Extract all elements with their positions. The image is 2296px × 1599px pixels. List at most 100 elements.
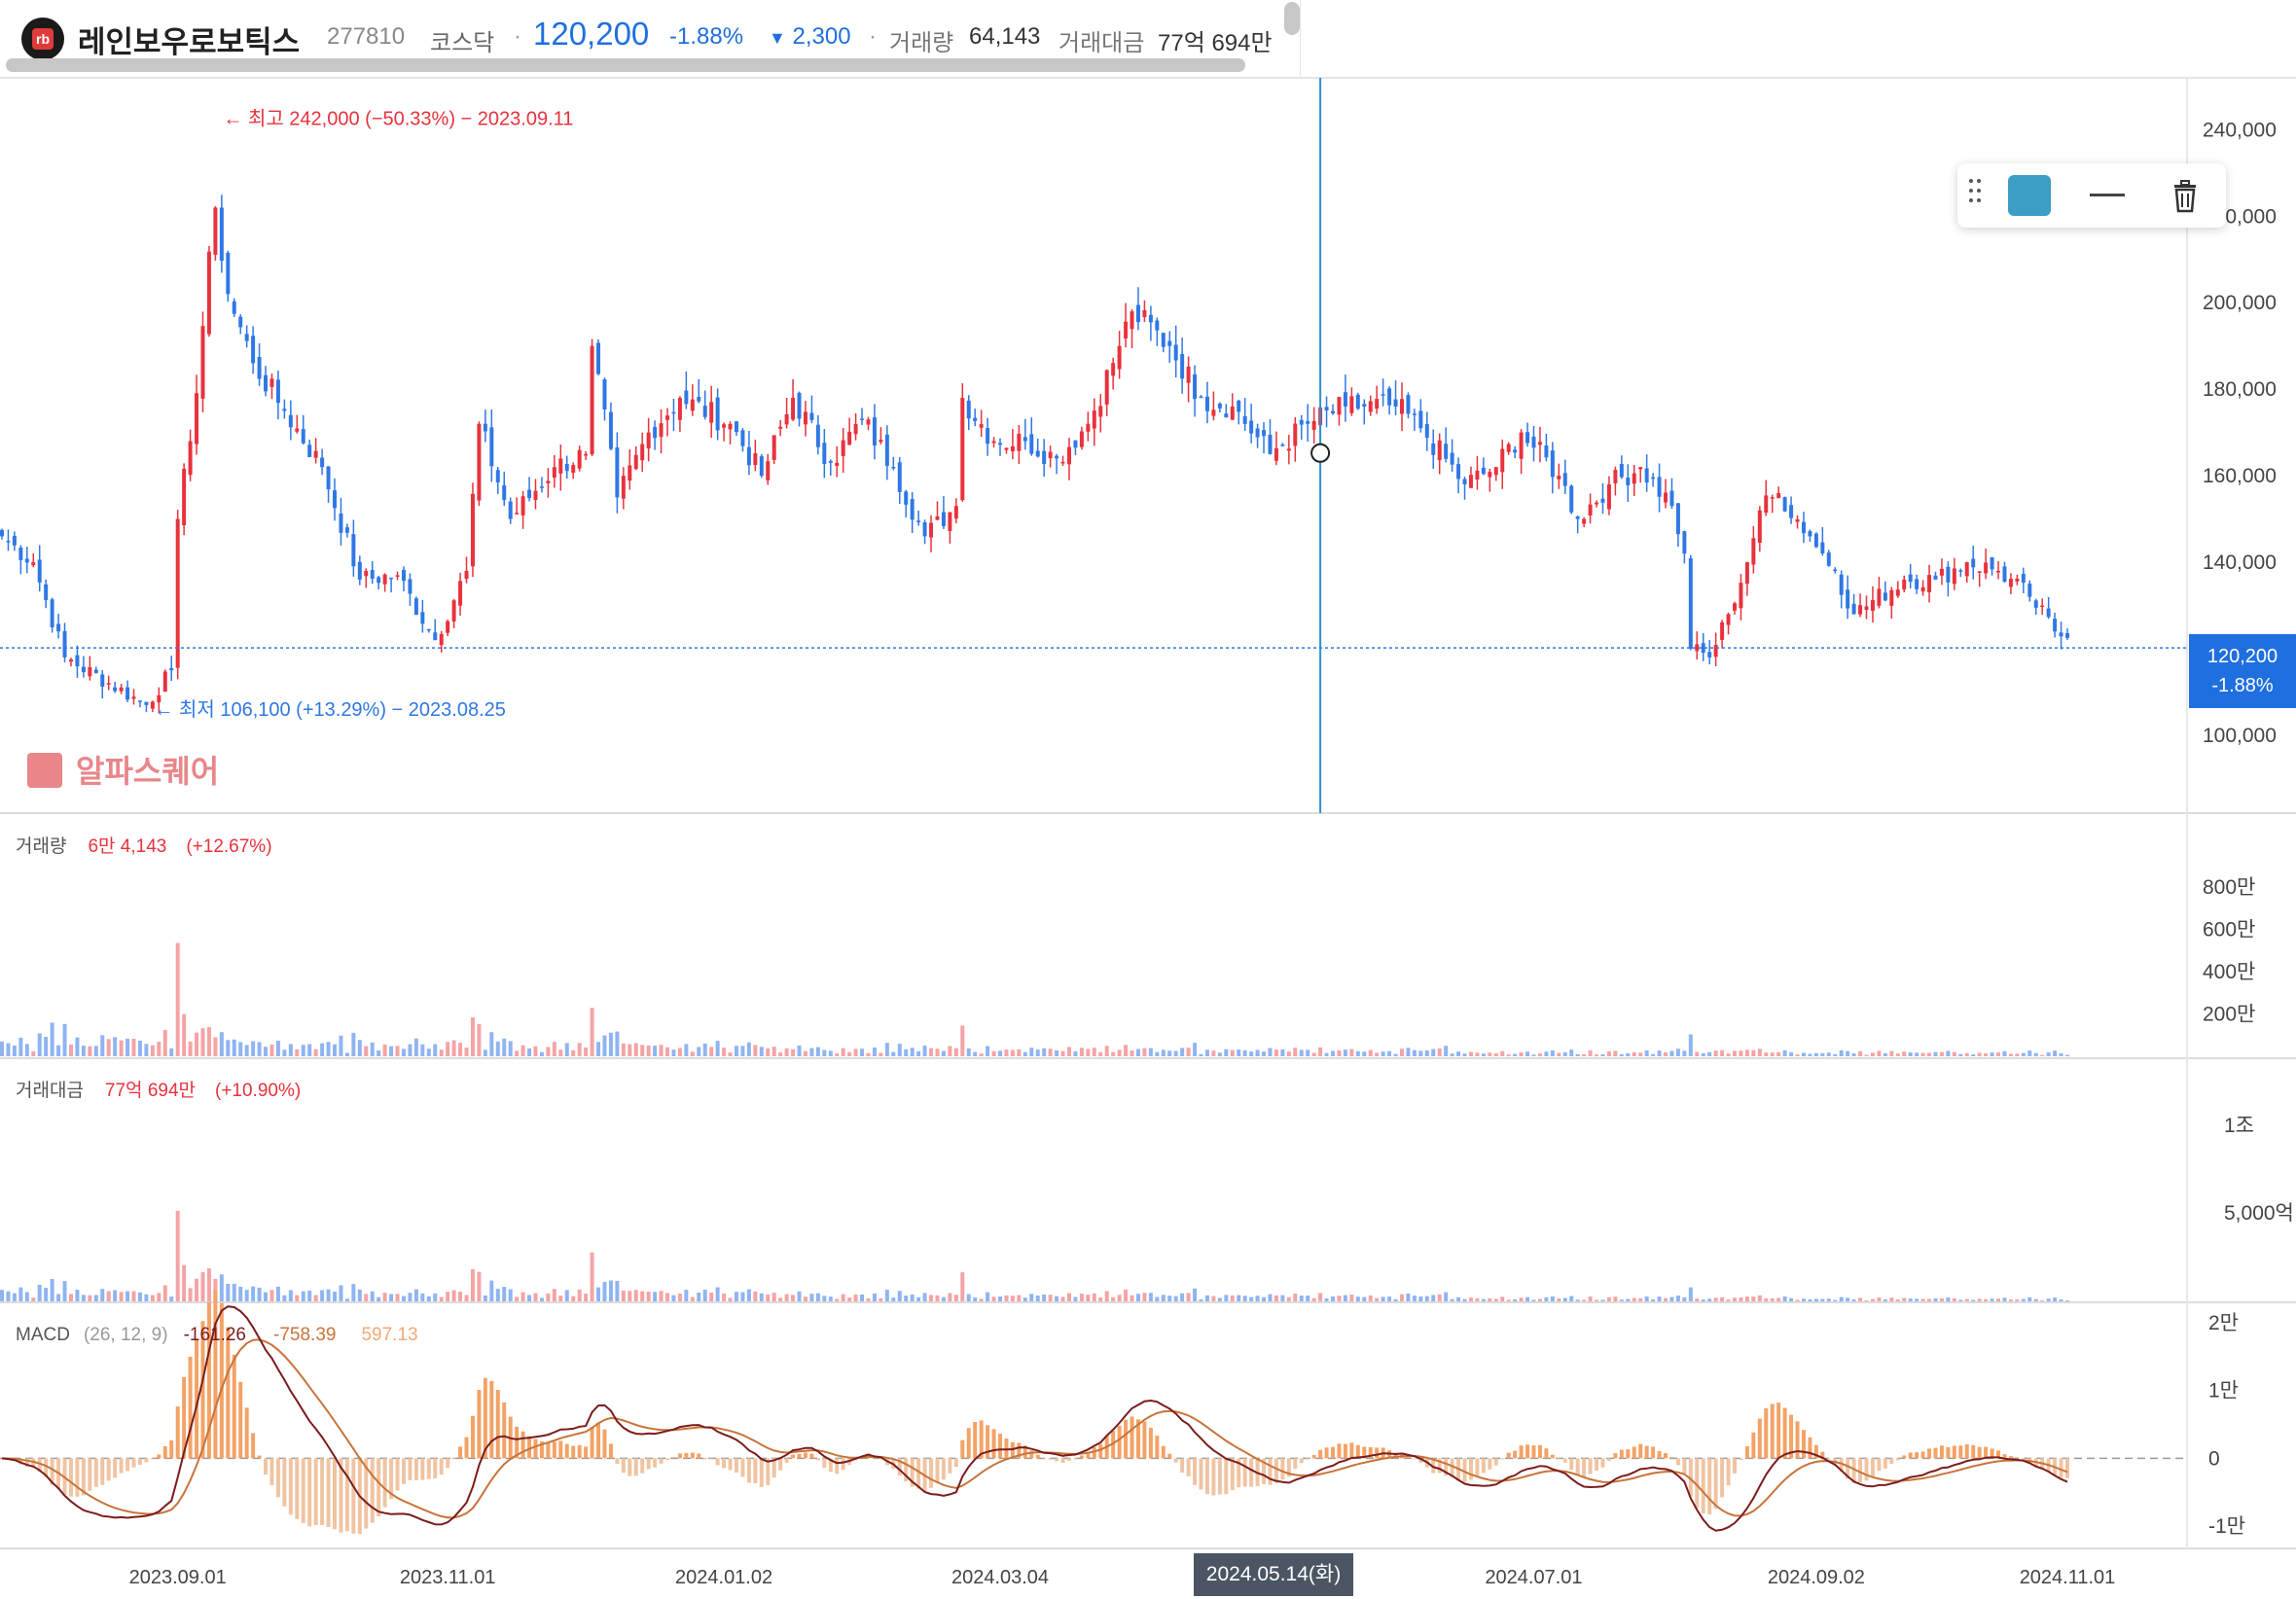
- candle-body: [502, 484, 507, 501]
- amount-bar: [1493, 1298, 1498, 1301]
- volume-bar: [1387, 1050, 1392, 1056]
- amount-bar: [677, 1293, 682, 1301]
- x-axis-tick: 2024.09.02: [1768, 1567, 1865, 1588]
- macd-oscillator-bar: [1500, 1458, 1505, 1460]
- volume-bar: [1493, 1053, 1498, 1056]
- volume-bar: [1155, 1051, 1160, 1056]
- candle-body: [1638, 467, 1643, 470]
- macd-oscillator-bar: [1268, 1458, 1273, 1485]
- macd-oscillator-bar: [113, 1458, 118, 1478]
- amount-bar: [1789, 1297, 1794, 1301]
- candle-body: [364, 570, 369, 577]
- amount-bar: [1424, 1296, 1429, 1301]
- candle-body: [1324, 407, 1329, 411]
- amount-bar: [426, 1296, 431, 1301]
- volume-bar: [564, 1043, 569, 1056]
- amount-bar: [401, 1296, 406, 1301]
- volume-bar: [1073, 1050, 1078, 1056]
- candle-body: [93, 669, 98, 673]
- amount-bar: [1060, 1297, 1065, 1301]
- macd-oscillator-bar: [1915, 1452, 1919, 1459]
- volume-bar: [646, 1045, 651, 1056]
- macd-oscillator-bar: [1293, 1458, 1298, 1469]
- candle-body: [126, 687, 130, 700]
- amount-bar: [264, 1292, 269, 1301]
- candle-body: [232, 301, 236, 314]
- amount-bar: [1462, 1298, 1467, 1301]
- macd-oscillator-bar: [1311, 1455, 1316, 1459]
- amount-bar: [1017, 1295, 1022, 1301]
- volume-bar: [1808, 1053, 1812, 1056]
- amount-bar: [702, 1289, 707, 1301]
- candle-body: [144, 701, 149, 705]
- macd-oscillator-bar: [1638, 1443, 1643, 1459]
- candle-body: [665, 415, 670, 420]
- candle-body: [884, 434, 889, 466]
- volume-bar: [508, 1041, 513, 1056]
- macd-oscillator-bar: [264, 1458, 269, 1475]
- volume-bar: [426, 1048, 431, 1056]
- volume-bar: [784, 1048, 789, 1056]
- macd-oscillator-bar: [835, 1458, 840, 1475]
- volume-bar: [1211, 1050, 1216, 1056]
- macd-oscillator-bar: [269, 1458, 274, 1485]
- amount-bar: [571, 1296, 576, 1301]
- macd-oscillator-bar: [1230, 1458, 1235, 1491]
- watermark-text: 알파스퀘어: [76, 754, 220, 789]
- volume-bar: [1720, 1049, 1725, 1056]
- volume-bar: [1098, 1051, 1103, 1056]
- chart-canvas[interactable]: 240,000220,000200,000180,000160,000140,0…: [0, 0, 2296, 1599]
- amount-bar: [162, 1285, 167, 1301]
- candle-body: [533, 490, 538, 501]
- volume-bar: [935, 1048, 940, 1056]
- candle-body: [728, 423, 733, 430]
- amount-bar: [106, 1291, 111, 1301]
- volume-bar: [1311, 1052, 1316, 1056]
- candle-body: [269, 378, 274, 387]
- candle-body: [1864, 606, 1869, 611]
- candle-body: [2027, 584, 2032, 597]
- macd-oscillator-bar: [257, 1455, 262, 1459]
- trash-icon[interactable]: [2166, 177, 2205, 216]
- candle-body: [527, 489, 532, 498]
- amount-bar: [1613, 1297, 1618, 1301]
- volume-bar: [1060, 1050, 1065, 1056]
- crosshair-point[interactable]: [1310, 443, 1331, 463]
- amount-bar: [1990, 1298, 1994, 1301]
- amount-bar: [527, 1295, 532, 1301]
- volume-bar: [1595, 1054, 1599, 1056]
- amount-bar: [715, 1287, 720, 1301]
- candle-body: [515, 513, 520, 515]
- amount-bar: [364, 1294, 369, 1301]
- line-style-icon[interactable]: [2090, 194, 2125, 196]
- volume-bar: [251, 1041, 256, 1056]
- volume-bar: [1237, 1049, 1241, 1056]
- volume-bar: [1224, 1048, 1229, 1056]
- amount-bar: [1306, 1295, 1310, 1301]
- volume-bar: [1902, 1051, 1907, 1056]
- amount-bar: [1808, 1299, 1812, 1301]
- candle-body: [1242, 415, 1247, 424]
- macd-oscillator-bar: [1877, 1458, 1882, 1472]
- candle-body: [797, 392, 802, 419]
- volume-bar: [1337, 1049, 1342, 1056]
- candle-body: [847, 431, 852, 445]
- volume-bar: [1638, 1052, 1643, 1056]
- candle-body: [1946, 566, 1951, 583]
- macd-oscillator-bar: [1795, 1421, 1800, 1459]
- candle-body: [991, 441, 996, 444]
- amount-bar: [784, 1294, 789, 1301]
- macd-oscillator-bar: [1060, 1458, 1065, 1464]
- candle-body: [1531, 436, 1536, 448]
- amount-bar: [577, 1289, 582, 1301]
- volume-bar: [357, 1040, 362, 1056]
- candle-body: [1964, 562, 1969, 577]
- color-picker-button[interactable]: [2008, 175, 2051, 216]
- volume-bar: [1846, 1050, 1850, 1056]
- amount-bar: [219, 1274, 224, 1301]
- candle-body: [740, 430, 745, 446]
- macd-oscillator-bar: [628, 1458, 632, 1476]
- candle-body: [2040, 605, 2045, 608]
- drag-handle-icon[interactable]: [1969, 179, 1983, 212]
- amount-bar: [1569, 1296, 1574, 1301]
